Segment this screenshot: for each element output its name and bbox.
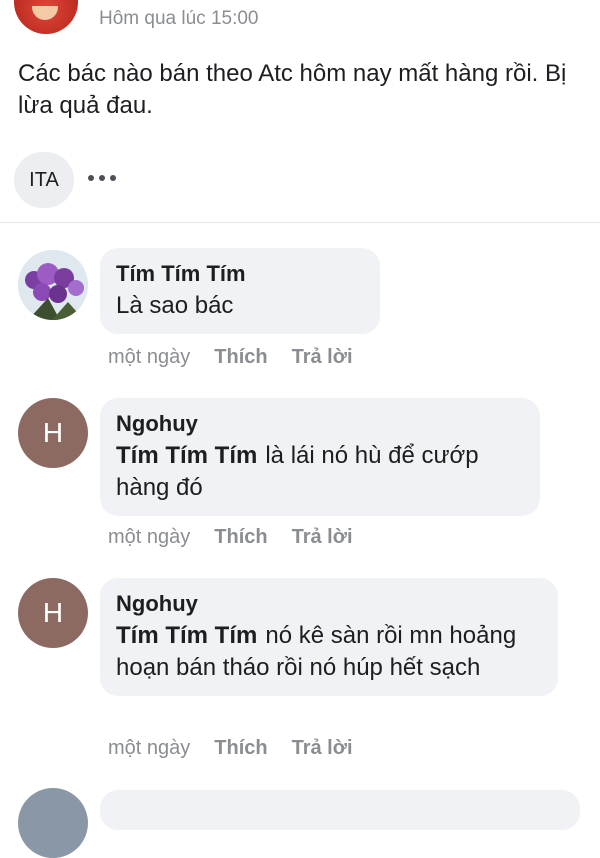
comment-1-author[interactable]: Tím Tím Tím: [116, 258, 364, 290]
comment-2-bubble[interactable]: Ngohuy Tím Tím Tím là lái nó hù để cướp h…: [100, 398, 540, 516]
comment-2-actions: một ngày Thích Trả lời: [108, 526, 353, 549]
comment-3-time[interactable]: một ngày: [108, 737, 190, 760]
comment-3-like-button[interactable]: Thích: [214, 737, 267, 760]
more-options-icon[interactable]: [88, 168, 120, 188]
comment-3-mention[interactable]: Tím Tím Tím: [116, 622, 257, 649]
post-text: Các bác nào bán theo Atc hôm nay mất hàn…: [18, 60, 567, 119]
comment-3-bubble[interactable]: Ngohuy Tím Tím Tím nó kê sàn rồi mn hoảng…: [100, 578, 558, 696]
divider: [0, 222, 600, 223]
comment-2-avatar[interactable]: H: [18, 398, 88, 468]
post-author-avatar[interactable]: [14, 0, 78, 34]
comment-3-author[interactable]: Ngohuy: [116, 588, 542, 620]
comment-3-actions: một ngày Thích Trả lời: [108, 737, 353, 760]
tag-chip[interactable]: ITA: [14, 152, 74, 208]
comment-2-mention[interactable]: Tím Tím Tím: [116, 442, 257, 469]
comment-1-time[interactable]: một ngày: [108, 346, 190, 369]
avatar-letter: H: [42, 597, 64, 628]
comment-1-reply-button[interactable]: Trả lời: [292, 346, 353, 369]
post-timestamp[interactable]: Hôm qua lúc 15:00: [99, 8, 259, 30]
avatar-letter: H: [42, 417, 64, 448]
flower-photo-icon: [18, 250, 88, 320]
comment-1-bubble[interactable]: Tím Tím Tím Là sao bác: [100, 248, 380, 334]
comment-1-like-button[interactable]: Thích: [214, 346, 267, 369]
comment-3-text: Tím Tím Tím nó kê sàn rồi mn hoảng hoạn b…: [116, 620, 542, 684]
comment-2-author[interactable]: Ngohuy: [116, 408, 524, 440]
comment-3-avatar[interactable]: H: [18, 578, 88, 648]
comment-3-reply-button[interactable]: Trả lời: [292, 737, 353, 760]
comment-2-like-button[interactable]: Thích: [214, 526, 267, 549]
comment-2-time[interactable]: một ngày: [108, 526, 190, 549]
comment-2-reply-button[interactable]: Trả lời: [292, 526, 353, 549]
comment-2-text: Tím Tím Tím là lái nó hù để cướp hàng đó: [116, 440, 524, 504]
comment-4-avatar[interactable]: [18, 788, 88, 858]
comment-1-text: Là sao bác: [116, 292, 234, 319]
comment-4-bubble[interactable]: [100, 790, 580, 830]
comment-1-actions: một ngày Thích Trả lời: [108, 346, 353, 369]
comment-1-avatar[interactable]: [18, 250, 88, 320]
